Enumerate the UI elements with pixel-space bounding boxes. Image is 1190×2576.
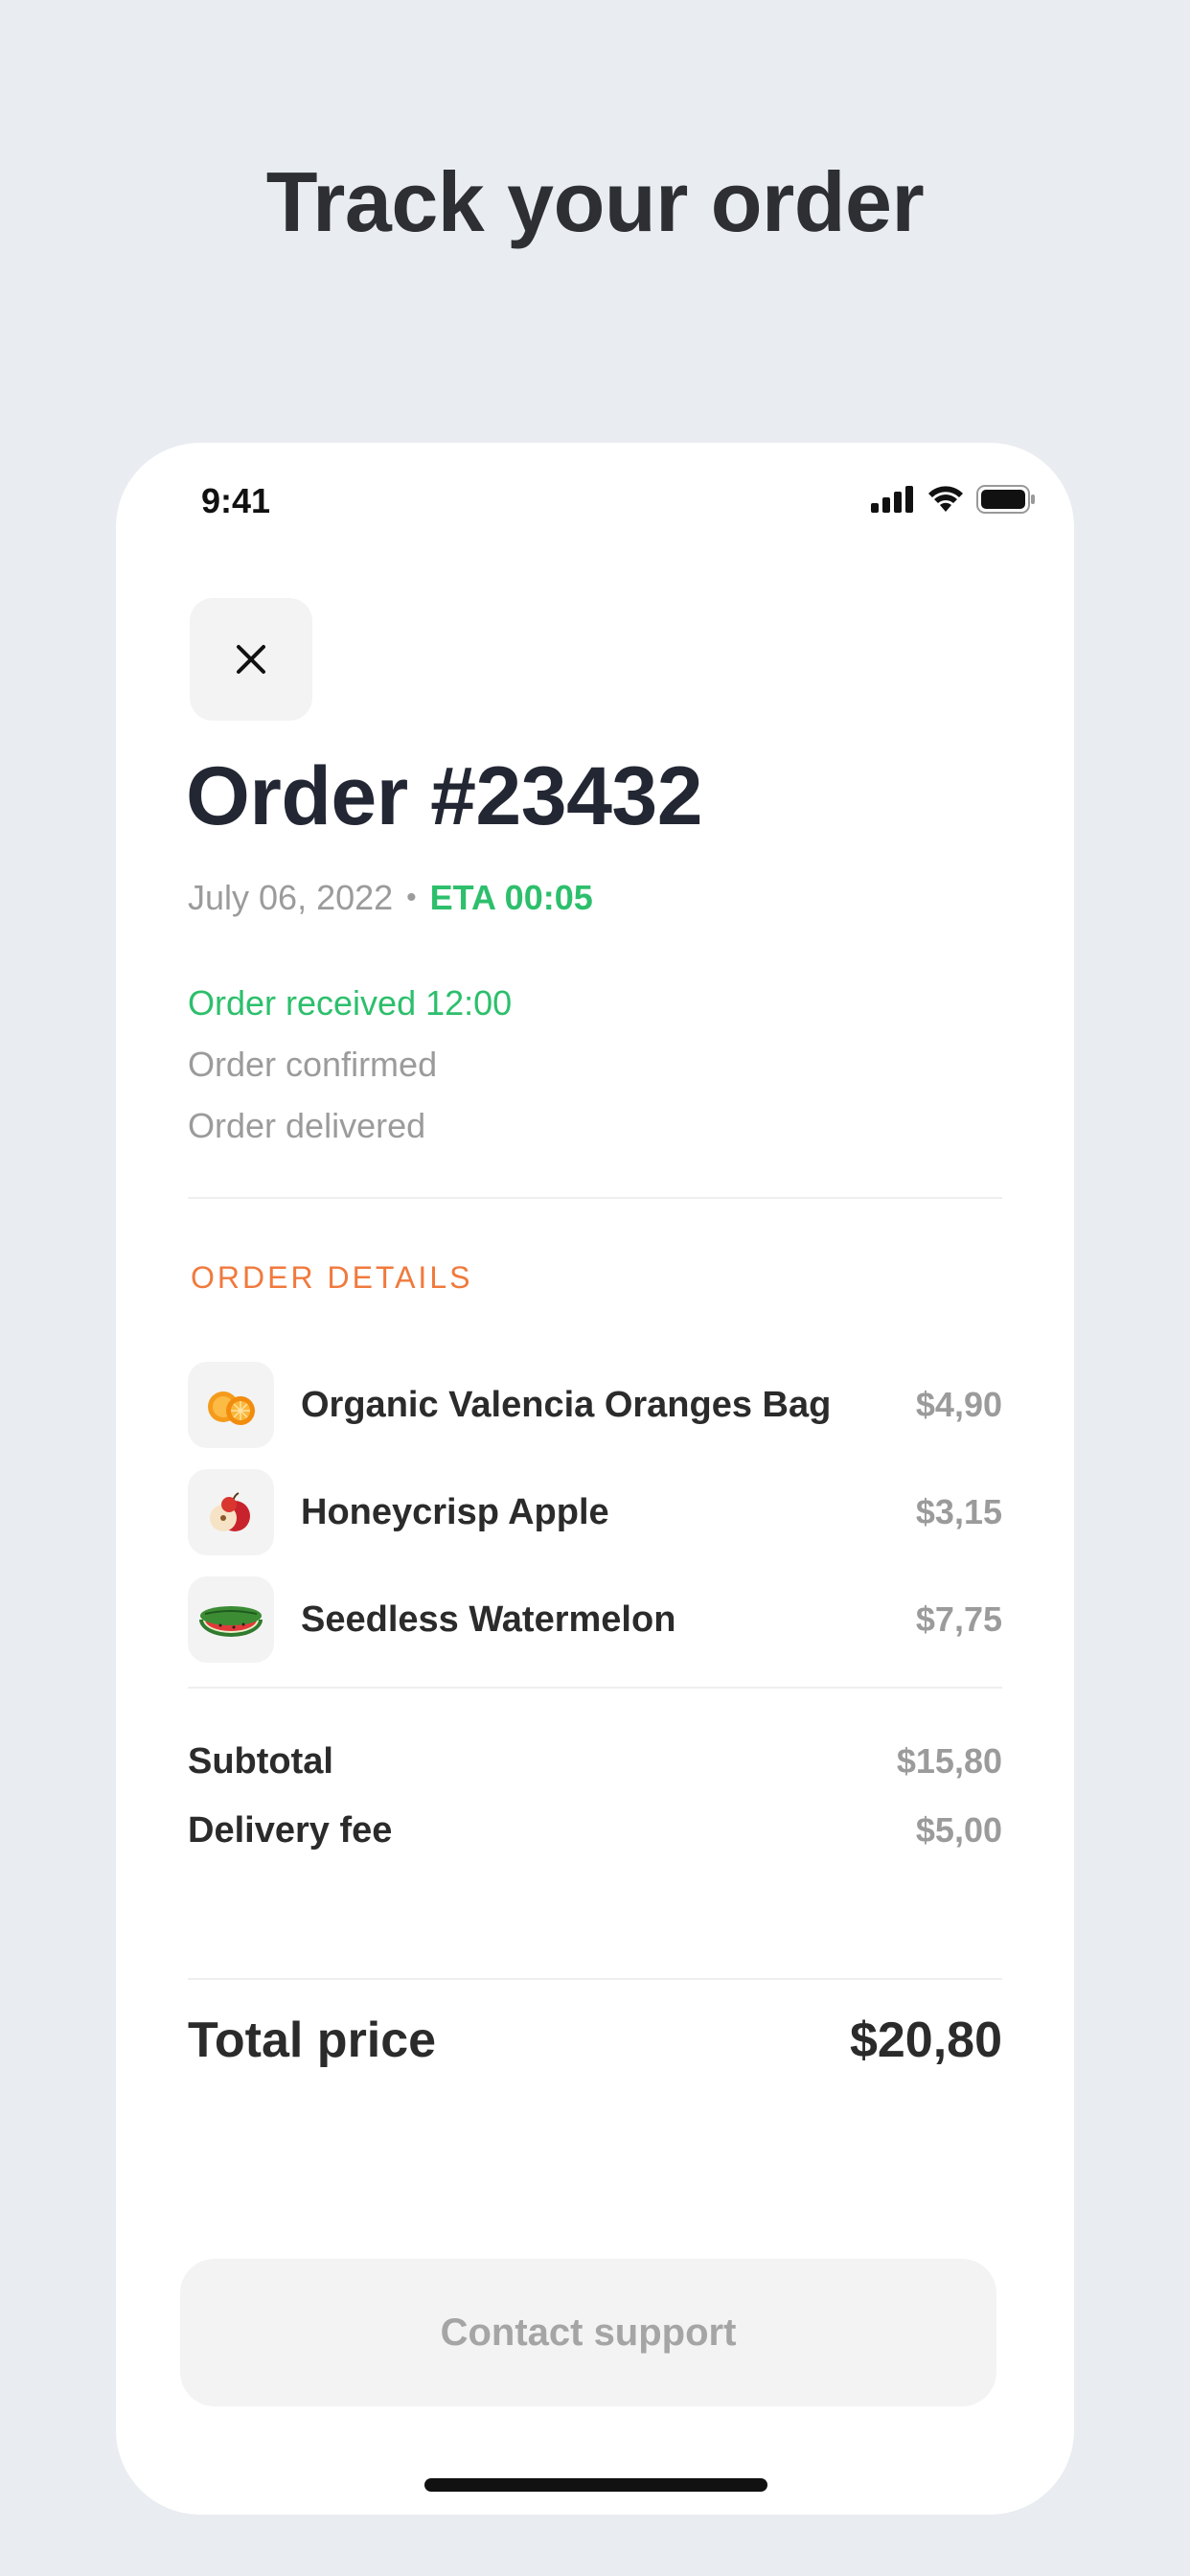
total-price-value: $20,80 — [849, 2012, 1002, 2068]
watermelon-icon — [188, 1576, 274, 1663]
close-button[interactable] — [190, 598, 312, 721]
timeline-step-received: Order received 12:00 — [188, 983, 513, 1023]
delivery-fee-label: Delivery fee — [188, 1810, 393, 1851]
meta-separator: • — [406, 882, 417, 913]
item-price: $4,90 — [915, 1385, 1002, 1424]
delivery-fee-row: Delivery fee $5,00 — [188, 1810, 1002, 1852]
list-item[interactable]: Honeycrisp Apple $3,15 — [188, 1459, 1002, 1566]
delivery-fee-value: $5,00 — [915, 1810, 1002, 1850]
item-name: Seedless Watermelon — [301, 1598, 676, 1640]
divider — [188, 1978, 1002, 1980]
order-title: Order #23432 — [186, 750, 703, 842]
subtotal-label: Subtotal — [188, 1741, 333, 1782]
battery-icon — [976, 485, 1035, 514]
total-price-label: Total price — [188, 2012, 437, 2068]
subtotal-row: Subtotal $15,80 — [188, 1741, 1002, 1782]
list-item[interactable]: Seedless Watermelon $7,75 — [188, 1566, 1002, 1673]
item-name: Honeycrisp Apple — [301, 1491, 609, 1532]
cellular-signal-icon — [871, 486, 913, 513]
order-timeline: Order received 12:00 Order confirmed Ord… — [188, 973, 512, 1157]
order-eta: ETA 00:05 — [429, 878, 593, 917]
divider — [188, 1687, 1002, 1689]
order-meta: July 06, 2022 • ETA 00:05 — [188, 878, 593, 918]
page-headline: Track your order — [265, 154, 925, 249]
phone-screen: 9:41 Order #23432 July 06, 2022 • ETA 00… — [116, 443, 1074, 2515]
timeline-step-delivered: Order delivered — [188, 1106, 426, 1145]
timeline-step-confirmed: Order confirmed — [188, 1045, 438, 1084]
divider — [188, 1197, 1002, 1199]
item-price: $7,75 — [915, 1599, 1002, 1639]
home-indicator — [424, 2478, 767, 2492]
total-row: Total price $20,80 — [188, 2012, 1002, 2069]
status-time: 9:41 — [201, 481, 271, 520]
status-icons — [871, 485, 1036, 514]
order-items-list: Organic Valencia Oranges Bag $4,90 Honey… — [188, 1351, 1002, 1673]
apple-icon — [188, 1469, 274, 1555]
wifi-icon — [928, 486, 963, 512]
subtotal-value: $15,80 — [896, 1741, 1002, 1781]
list-item[interactable]: Organic Valencia Oranges Bag $4,90 — [188, 1351, 1002, 1459]
contact-support-button[interactable]: Contact support — [180, 2259, 996, 2406]
close-icon — [237, 645, 265, 674]
orange-icon — [188, 1362, 274, 1448]
item-name: Organic Valencia Oranges Bag — [301, 1384, 832, 1425]
order-date: July 06, 2022 — [188, 878, 394, 917]
item-price: $3,15 — [915, 1492, 1002, 1531]
order-details-title: ORDER DETAILS — [191, 1260, 473, 1295]
